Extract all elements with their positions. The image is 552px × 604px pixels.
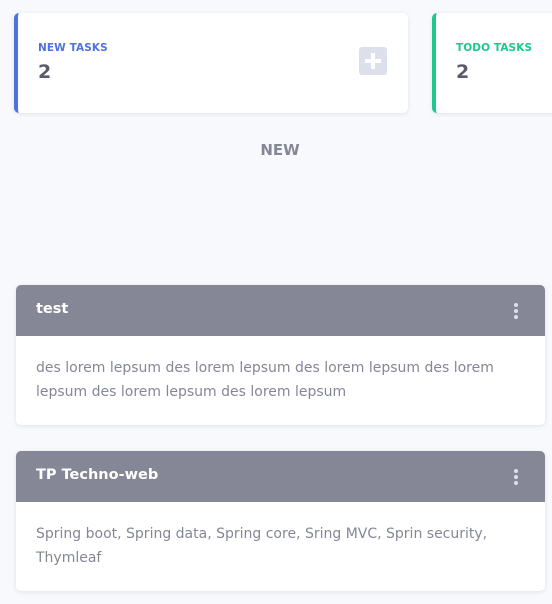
new-tasks-count: 2 (38, 61, 52, 83)
task-title: test (36, 301, 69, 317)
plus-square-icon[interactable] (359, 47, 387, 75)
new-tasks-card: NEW TASKS 2 (14, 13, 408, 113)
todo-tasks-label: TODO TASKS (456, 42, 533, 54)
task-description: des lorem lepsum des lorem lepsum des lo… (36, 360, 494, 400)
vertical-ellipsis-icon[interactable] (513, 469, 519, 485)
task-card[interactable]: test des lorem lepsum des lorem lepsum d… (16, 285, 545, 425)
new-tasks-label: NEW TASKS (38, 42, 108, 54)
column-title: NEW (260, 141, 300, 159)
todo-tasks-count: 2 (456, 61, 470, 83)
task-board: NEW TASKS 2 TODO TASKS 2 NEW test des lo… (0, 0, 552, 604)
vertical-ellipsis-icon[interactable] (513, 303, 519, 319)
task-title: TP Techno-web (36, 467, 159, 483)
task-card-header: TP Techno-web (16, 451, 545, 502)
task-card-header: test (16, 285, 545, 336)
task-description: Spring boot, Spring data, Spring core, S… (36, 526, 488, 566)
todo-tasks-card: TODO TASKS 2 (432, 13, 552, 113)
task-card[interactable]: TP Techno-web Spring boot, Spring data, … (16, 451, 545, 591)
